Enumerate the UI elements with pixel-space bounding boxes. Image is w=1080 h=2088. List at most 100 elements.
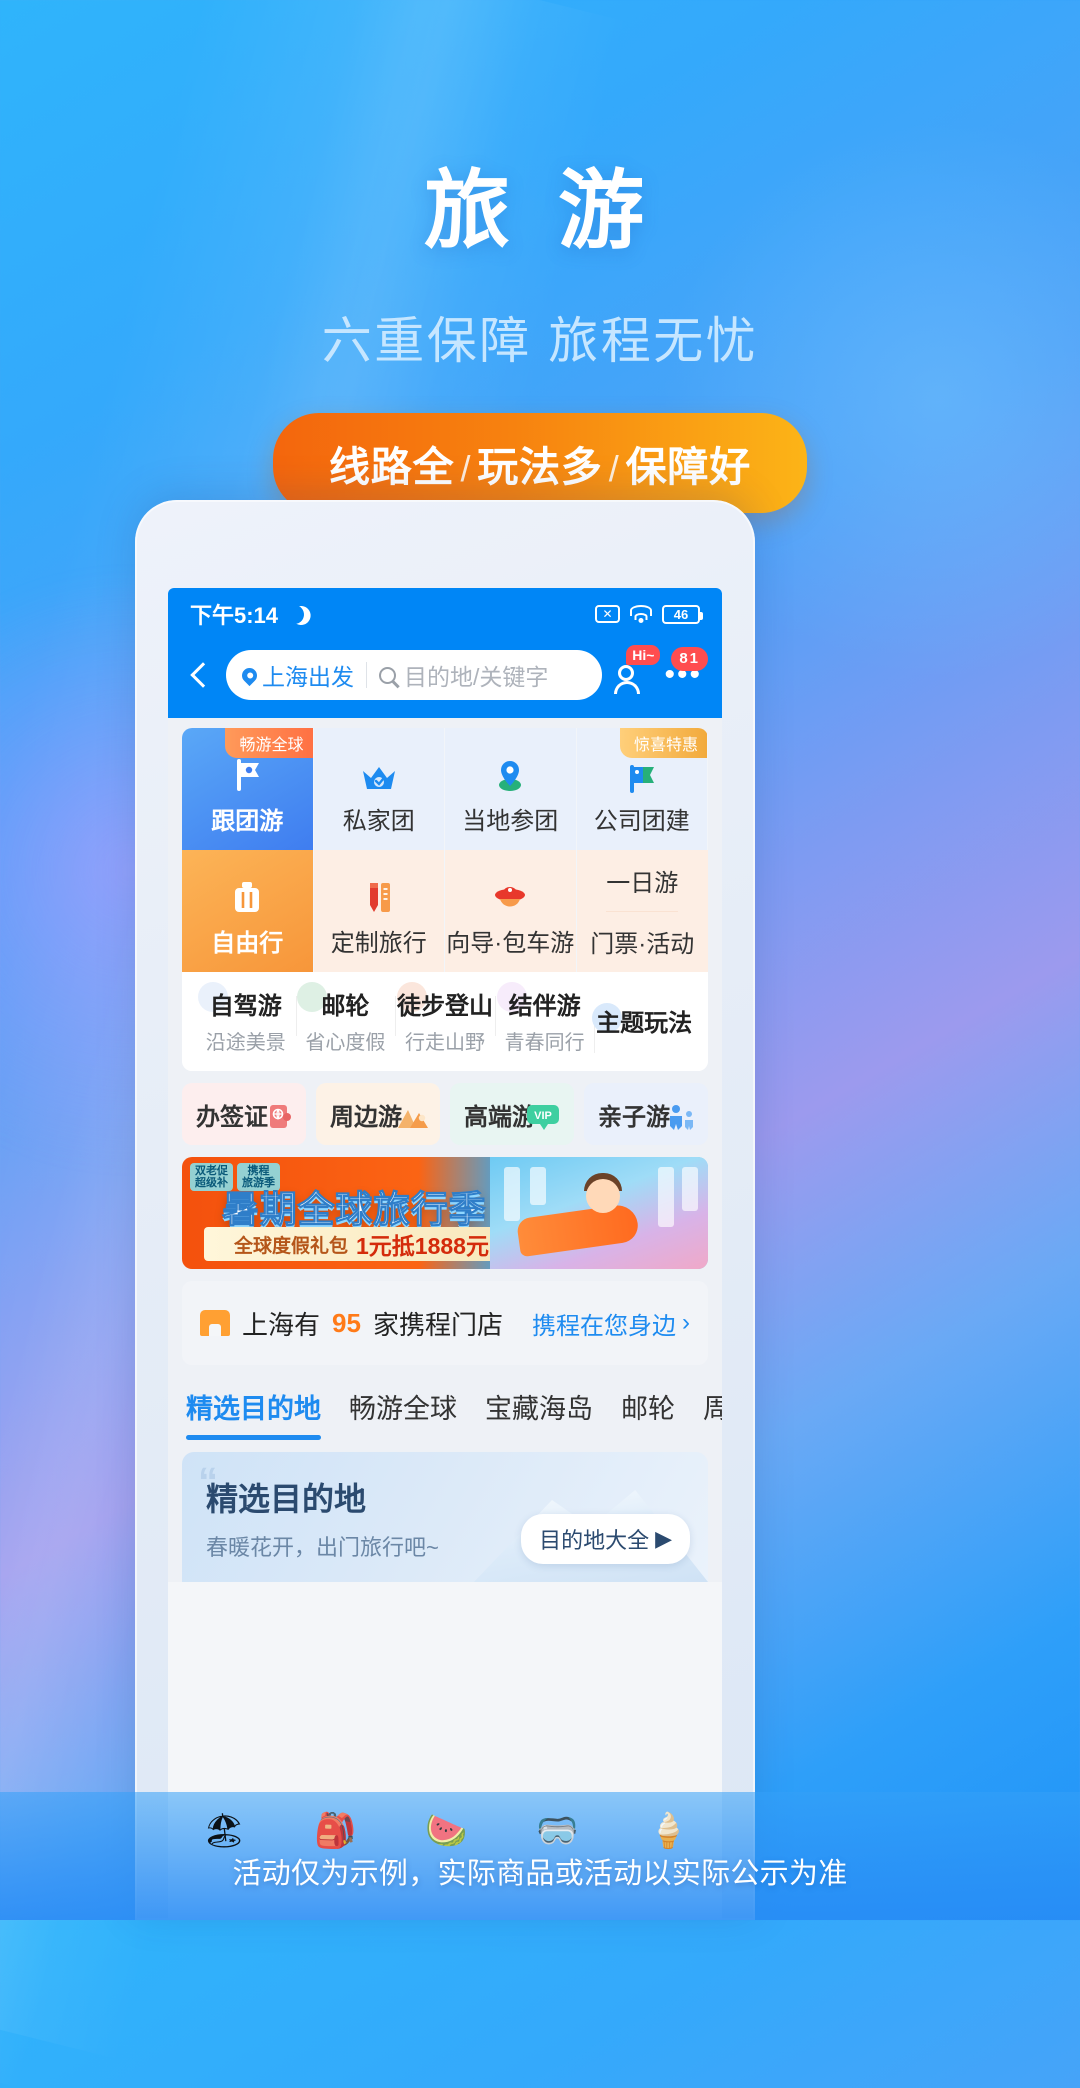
battery-level: 46	[673, 606, 689, 622]
entry-grid-row-2: 自由行 定制旅行 向导·包车游 一日游 门票·活动	[182, 850, 708, 972]
entry-grid-card: 畅游全球 跟团游 私家团 当地参团 惊喜特惠 公司团建 自由行 定制旅行 向导·…	[182, 728, 708, 1071]
suitcase-icon	[229, 873, 265, 917]
pill-part-3: 保障好	[625, 444, 752, 490]
grid-item-label: 私家团	[342, 808, 415, 835]
quick-chip-row: 办签证 周边游 高端游 VIP 亲子游	[182, 1083, 708, 1145]
tab-jingxuan[interactable]: 精选目的地	[186, 1387, 321, 1440]
category-tabs: 精选目的地 畅游全球 宝藏海岛 邮轮 周边	[182, 1365, 722, 1440]
grid-badge: 畅游全球	[225, 728, 313, 758]
destination-card[interactable]: “ 精选目的地 春暖花开，出门旅行吧~ 目的地大全 ▶	[182, 1452, 708, 1582]
theme-item-jieban[interactable]: 结伴游 青春同行	[494, 982, 595, 1055]
icecream-icon[interactable]: 🍦	[647, 1811, 689, 1851]
grid-item-tuan[interactable]: 畅游全球 跟团游	[182, 728, 314, 850]
store-text-a: 上海有	[242, 1309, 321, 1340]
chip-label: 周边游	[330, 1103, 402, 1131]
banner-artwork	[490, 1157, 708, 1269]
beach-icon[interactable]: 🏖	[202, 1811, 245, 1851]
grid-item-label: 公司团建	[593, 808, 690, 835]
more-dots-icon[interactable]: ••• 81	[662, 647, 708, 690]
theme-item-youlun[interactable]: 邮轮 省心度假	[295, 982, 396, 1055]
grid-item-label: 定制旅行	[330, 930, 427, 957]
store-text-b: 家携程门店	[372, 1309, 503, 1340]
banner-sub-left: 全球度假礼包	[234, 1235, 349, 1257]
guide-hat-icon	[490, 873, 530, 917]
store-link[interactable]: 携程在您身边 ›	[532, 1306, 690, 1341]
backpack-icon[interactable]: 🎒	[314, 1811, 356, 1851]
chip-qinziyou[interactable]: 亲子游	[584, 1083, 708, 1145]
theme-title: 主题玩法	[596, 1010, 693, 1037]
grid-item-yiriyou[interactable]: 一日游	[606, 850, 679, 912]
back-chevron-icon[interactable]	[182, 658, 216, 692]
page-title: 旅 游	[423, 163, 656, 259]
destination-all-button[interactable]: 目的地大全 ▶	[521, 1514, 690, 1564]
goggles-icon[interactable]: 🥽	[536, 1811, 578, 1851]
phone-screen: 下午5:14 ✕ 46 上海出发 目的地/关键字 Hi~ ••• 81 畅游全球…	[168, 588, 722, 1920]
chip-gaoduanyou[interactable]: 高端游 VIP	[450, 1083, 574, 1145]
theme-item-tubu[interactable]: 徒步登山 行走山野	[395, 982, 495, 1055]
search-bar[interactable]: 上海出发 目的地/关键字	[226, 650, 603, 700]
theme-title: 结伴游	[508, 993, 581, 1020]
theme-title: 徒步登山	[396, 993, 493, 1020]
battery-icon: 46	[662, 604, 703, 624]
grid-item-label: 跟团游	[211, 808, 284, 835]
hero-section: 旅 游 六重保障 旅程无忧 线路全 / 玩法多 / 保障好	[0, 0, 1080, 513]
pill-part-1: 线路全	[328, 444, 455, 490]
crown-icon	[359, 751, 399, 795]
promo-banner[interactable]: 双老促 超级补 携程 旅游季 暑期全球旅行季 全球度假礼包 1元抵1888元	[182, 1157, 708, 1269]
departure-selector[interactable]: 上海出发	[226, 658, 366, 692]
store-info-bar[interactable]: 上海有 95 家携程门店 携程在您身边 ›	[182, 1281, 708, 1365]
hero-feature-pill[interactable]: 线路全 / 玩法多 / 保障好	[272, 413, 808, 513]
tab-baozang[interactable]: 宝藏海岛	[485, 1387, 593, 1440]
tab-changyou[interactable]: 畅游全球	[349, 1387, 457, 1440]
hero-subtitle: 六重保障 旅程无忧	[321, 313, 759, 369]
pill-part-2: 玩法多	[477, 444, 603, 490]
search-input[interactable]: 目的地/关键字	[367, 658, 548, 692]
chip-banqianzheng[interactable]: 办签证	[182, 1083, 306, 1145]
banner-sub-right: 1元抵1888元	[356, 1233, 489, 1259]
pen-book-icon	[361, 873, 397, 917]
chevron-right-icon: ›	[682, 1309, 690, 1336]
store-icon	[200, 1310, 230, 1336]
service-body	[614, 681, 641, 694]
status-bar: 下午5:14 ✕ 46	[168, 588, 722, 640]
vip-icon: VIP	[524, 1102, 564, 1139]
more-badge: 81	[671, 647, 708, 671]
theme-row: 自驾游 沿途美景 邮轮 省心度假 徒步登山 行走山野 结伴游 青春同行 主题玩法	[182, 972, 708, 1071]
watermelon-icon[interactable]: 🍉	[425, 1811, 467, 1851]
grid-item-xiangdao[interactable]: 向导·包车游	[445, 850, 577, 972]
svg-text:VIP: VIP	[534, 1110, 552, 1122]
chip-label: 办签证	[196, 1103, 268, 1131]
theme-item-zijiayou[interactable]: 自驾游 沿途美景	[196, 982, 296, 1055]
pill-separator-1: /	[460, 448, 472, 489]
search-placeholder: 目的地/关键字	[404, 664, 549, 690]
grid-item-dangdi[interactable]: 当地参团	[445, 728, 577, 850]
header-actions: Hi~ ••• 81	[612, 645, 708, 695]
grid-item-label: 当地参团	[462, 808, 559, 835]
grid-item-dingzhi[interactable]: 定制旅行	[313, 850, 445, 972]
phone-mockup: 下午5:14 ✕ 46 上海出发 目的地/关键字 Hi~ ••• 81 畅游全球…	[135, 500, 755, 1920]
chip-label: 亲子游	[598, 1103, 670, 1131]
pill-separator-2: /	[608, 448, 620, 489]
store-link-label: 携程在您身边	[532, 1312, 676, 1340]
grid-item-tuanjian[interactable]: 惊喜特惠 公司团建	[576, 728, 708, 850]
theme-title: 自驾游	[209, 993, 282, 1020]
chip-zhoubianyou[interactable]: 周边游	[316, 1083, 440, 1145]
mountain-icon	[396, 1104, 430, 1139]
status-time: 下午5:14	[190, 603, 279, 628]
grid-item-ziyouxing[interactable]: 自由行	[182, 850, 314, 972]
app-header: 上海出发 目的地/关键字 Hi~ ••• 81	[168, 640, 722, 718]
grid-item-menpiao[interactable]: 门票·活动	[590, 912, 694, 973]
location-pin-icon	[490, 751, 530, 795]
tab-zhoubian[interactable]: 周边	[703, 1387, 722, 1440]
theme-sub: 青春同行	[504, 1032, 585, 1054]
tab-youlun[interactable]: 邮轮	[621, 1387, 675, 1440]
theme-sub: 沿途美景	[205, 1032, 286, 1054]
banner-title: 暑期全球旅行季	[221, 1189, 487, 1231]
moon-icon	[283, 602, 307, 626]
customer-service-icon[interactable]: Hi~	[612, 645, 661, 695]
banner-plane	[515, 1202, 641, 1258]
grid-item-sijiatuan[interactable]: 私家团	[313, 728, 445, 850]
theme-item-zhuti[interactable]: 主题玩法	[592, 1003, 694, 1053]
destination-button-label: 目的地大全	[539, 1528, 650, 1553]
status-left: 下午5:14	[190, 598, 304, 630]
